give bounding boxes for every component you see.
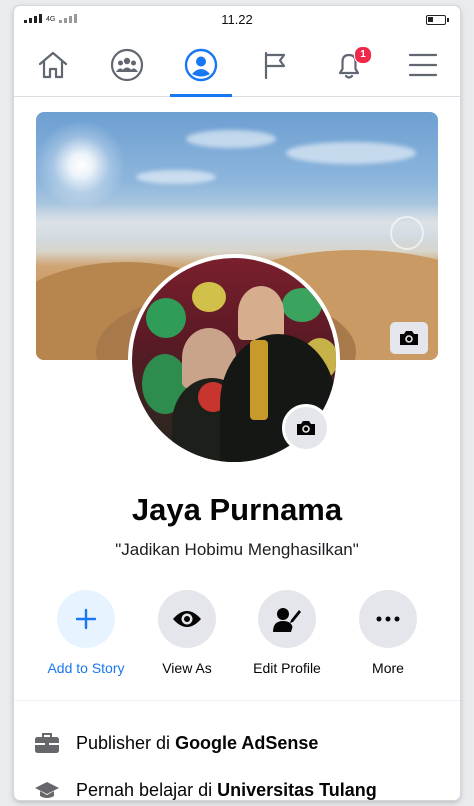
nav-menu[interactable] <box>386 34 460 96</box>
edu-place[interactable]: Universitas Tulang <box>217 780 377 800</box>
notification-badge: 1 <box>354 46 372 64</box>
status-bar: 4G 11.22 <box>14 6 460 34</box>
nav-groups[interactable] <box>90 34 164 96</box>
top-nav: 1 <box>14 34 460 97</box>
more-label: More <box>372 660 404 676</box>
edit-profile-picture-button[interactable] <box>282 404 330 452</box>
work-place[interactable]: Google AdSense <box>175 733 318 754</box>
cover-ring-decoration <box>390 216 424 250</box>
nav-pages[interactable] <box>238 34 312 96</box>
view-as-button[interactable]: View As <box>137 590 237 676</box>
add-to-story-button[interactable]: Add to Story <box>36 590 136 676</box>
profile-bio: "Jadikan Hobimu Menghasilkan" <box>115 540 359 559</box>
hamburger-icon <box>408 53 438 77</box>
edu-prefix: Pernah belajar di <box>76 780 218 800</box>
nav-profile[interactable] <box>164 34 238 97</box>
home-icon <box>38 51 68 79</box>
phone-screen: 4G 11.22 1 Jaya Purnama "Jadikan Hobimu … <box>14 6 460 800</box>
add-to-story-label: Add to Story <box>47 660 125 676</box>
plus-icon <box>75 608 97 630</box>
status-time: 11.22 <box>221 12 253 27</box>
flag-icon <box>264 51 286 80</box>
battery-icon <box>426 15 449 25</box>
view-as-label: View As <box>162 660 212 676</box>
camera-icon <box>297 421 315 435</box>
divider <box>14 700 460 701</box>
edit-cover-button[interactable] <box>390 322 428 354</box>
eye-icon <box>173 611 201 627</box>
nav-notifications[interactable]: 1 <box>312 34 386 96</box>
camera-icon <box>400 331 418 345</box>
intro-work: Publisher di Google AdSense <box>34 732 444 754</box>
profile-icon <box>184 48 218 82</box>
profile-name: Jaya Purnama <box>131 492 343 527</box>
more-icon <box>376 616 400 622</box>
briefcase-icon <box>35 733 59 753</box>
groups-icon <box>110 48 144 82</box>
edit-profile-button[interactable]: Edit Profile <box>237 590 337 676</box>
nav-home[interactable] <box>16 34 90 96</box>
more-button[interactable]: More <box>338 590 438 676</box>
intro-education: Pernah belajar di Universitas Tulang <box>34 780 444 800</box>
edit-profile-label: Edit Profile <box>253 660 321 676</box>
edit-profile-icon <box>273 608 301 632</box>
graduation-cap-icon <box>35 781 59 798</box>
work-prefix: Publisher di <box>76 732 176 753</box>
